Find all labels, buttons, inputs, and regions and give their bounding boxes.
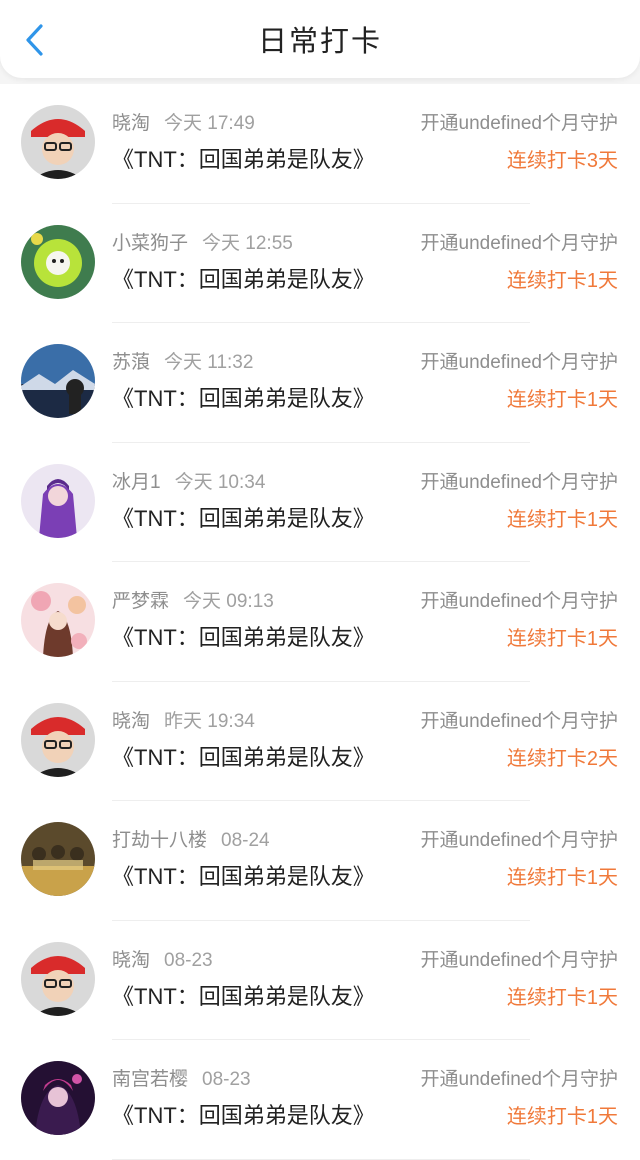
book-title[interactable]: 《TNT：回国弟弟是队友》 bbox=[112, 501, 375, 533]
checkin-time: 今天 10:34 bbox=[174, 471, 266, 493]
book-title[interactable]: 《TNT：回国弟弟是队友》 bbox=[112, 262, 375, 294]
list-item[interactable]: 晓淘 08-23 开通undefined个月守护 《TNT：回国弟弟是队友》 连续… bbox=[0, 921, 640, 1041]
streak-badge: 连续打卡1天 bbox=[506, 508, 618, 531]
book-title[interactable]: 《TNT：回国弟弟是队友》 bbox=[112, 859, 375, 891]
avatar[interactable] bbox=[21, 344, 95, 418]
avatar[interactable] bbox=[21, 105, 95, 179]
top-bar: 日常打卡 bbox=[0, 0, 640, 78]
user-name[interactable]: 小菜狗子 bbox=[112, 233, 188, 254]
page-title: 日常打卡 bbox=[257, 26, 382, 58]
checkin-time: 08-23 bbox=[202, 1069, 251, 1090]
checkin-time: 今天 09:13 bbox=[183, 591, 274, 612]
streak-badge: 连续打卡3天 bbox=[506, 150, 618, 172]
checkin-time: 今天 12:55 bbox=[202, 232, 293, 254]
user-name[interactable]: 苏蒗 bbox=[112, 352, 150, 373]
guard-text: 开通undefined个月守护 bbox=[420, 1069, 618, 1090]
guard-text: 开通undefined个月守护 bbox=[420, 232, 618, 254]
streak-badge: 连续打卡1天 bbox=[506, 389, 618, 411]
avatar[interactable] bbox=[21, 463, 95, 538]
book-title[interactable]: 《TNT：回国弟弟是队友》 bbox=[112, 381, 375, 413]
checkin-list: 晓淘 今天 17:49 开通undefined个月守护 《TNT：回国弟弟是队友》… bbox=[0, 84, 640, 1160]
guard-text: 开通undefined个月守护 bbox=[420, 352, 618, 373]
user-name[interactable]: 南宫若樱 bbox=[112, 1069, 188, 1090]
book-title[interactable]: 《TNT：回国弟弟是队友》 bbox=[112, 979, 375, 1011]
user-name[interactable]: 晓淘 bbox=[112, 950, 150, 971]
checkin-time: 昨天 19:34 bbox=[164, 710, 255, 732]
checkin-time: 08-24 bbox=[221, 830, 270, 851]
user-name[interactable]: 冰月1 bbox=[112, 472, 161, 493]
book-title[interactable]: 《TNT：回国弟弟是队友》 bbox=[112, 620, 375, 652]
streak-badge: 连续打卡2天 bbox=[506, 747, 618, 770]
guard-text: 开通undefined个月守护 bbox=[420, 591, 618, 612]
book-title[interactable]: 《TNT：回国弟弟是队友》 bbox=[112, 1098, 375, 1130]
user-name[interactable]: 晓淘 bbox=[112, 113, 150, 134]
guard-text: 开通undefined个月守护 bbox=[420, 830, 618, 851]
avatar[interactable] bbox=[21, 941, 95, 1016]
list-item[interactable]: 冰月1 今天 10:34 开通undefined个月守护 《TNT：回国弟弟是队友… bbox=[0, 443, 640, 563]
streak-badge: 连续打卡1天 bbox=[506, 628, 618, 650]
avatar[interactable] bbox=[21, 822, 95, 896]
streak-badge: 连续打卡1天 bbox=[506, 269, 618, 292]
checkin-time: 今天 11:32 bbox=[164, 352, 254, 373]
list-item[interactable]: 南宫若樱 08-23 开通undefined个月守护 《TNT：回国弟弟是队友》 … bbox=[0, 1040, 640, 1160]
checkin-time: 08-23 bbox=[164, 949, 213, 971]
checkin-time: 今天 17:49 bbox=[164, 113, 255, 134]
avatar[interactable] bbox=[21, 583, 95, 657]
user-name[interactable]: 打劫十八楼 bbox=[112, 830, 207, 851]
book-title[interactable]: 《TNT：回国弟弟是队友》 bbox=[112, 142, 375, 174]
chevron-left-icon bbox=[26, 24, 43, 56]
streak-badge: 连续打卡1天 bbox=[506, 986, 618, 1009]
guard-text: 开通undefined个月守护 bbox=[420, 471, 618, 493]
guard-text: 开通undefined个月守护 bbox=[420, 949, 618, 971]
list-item[interactable]: 严梦霖 今天 09:13 开通undefined个月守护 《TNT：回国弟弟是队友… bbox=[0, 562, 640, 682]
list-item[interactable]: 小菜狗子 今天 12:55 开通undefined个月守护 《TNT：回国弟弟是队… bbox=[0, 204, 640, 324]
back-button[interactable] bbox=[16, 22, 52, 58]
list-item[interactable]: 晓淘 昨天 19:34 开通undefined个月守护 《TNT：回国弟弟是队友》… bbox=[0, 682, 640, 802]
guard-text: 开通undefined个月守护 bbox=[420, 710, 618, 732]
guard-text: 开通undefined个月守护 bbox=[420, 113, 618, 134]
list-item[interactable]: 晓淘 今天 17:49 开通undefined个月守护 《TNT：回国弟弟是队友》… bbox=[0, 84, 640, 204]
avatar[interactable] bbox=[21, 224, 95, 299]
streak-badge: 连续打卡1天 bbox=[506, 1106, 618, 1128]
user-name[interactable]: 晓淘 bbox=[112, 711, 150, 732]
list-item[interactable]: 苏蒗 今天 11:32 开通undefined个月守护 《TNT：回国弟弟是队友》… bbox=[0, 323, 640, 443]
user-name[interactable]: 严梦霖 bbox=[112, 591, 169, 612]
avatar[interactable] bbox=[21, 1061, 95, 1135]
list-item[interactable]: 打劫十八楼 08-24 开通undefined个月守护 《TNT：回国弟弟是队友》… bbox=[0, 801, 640, 921]
book-title[interactable]: 《TNT：回国弟弟是队友》 bbox=[112, 740, 375, 772]
avatar[interactable] bbox=[21, 702, 95, 777]
streak-badge: 连续打卡1天 bbox=[506, 867, 618, 889]
